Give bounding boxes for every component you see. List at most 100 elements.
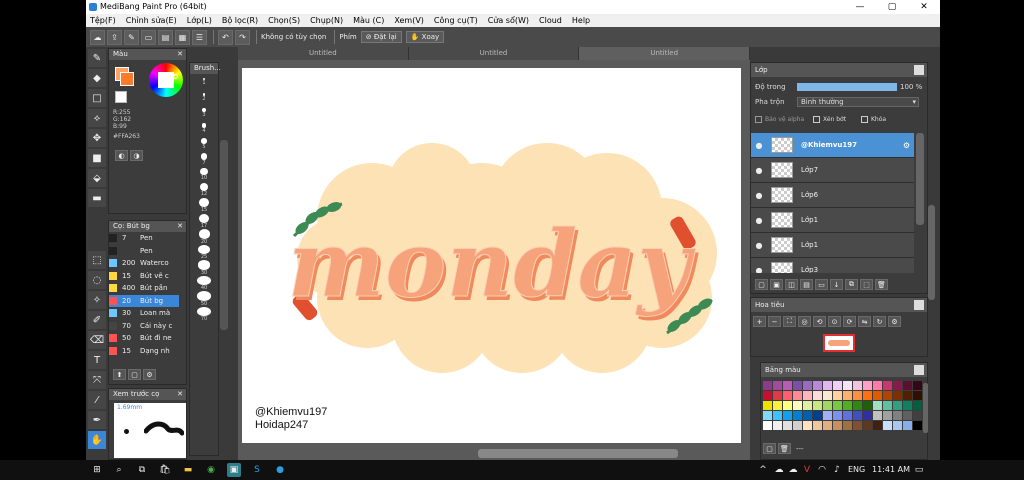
add-layer-menu-icon[interactable]: ▤ [800,279,813,290]
palette-swatch[interactable] [763,411,772,420]
page-icon[interactable]: ▤ [158,29,173,45]
refresh-icon[interactable]: ↻ [873,316,886,327]
windows-start-icon[interactable]: ⊞ [90,463,104,477]
rotate-left-icon[interactable]: ⟲ [813,316,826,327]
palette-swatch[interactable] [883,411,892,420]
palette-swatch[interactable] [893,391,902,400]
brush-item[interactable]: 50 Bút đi ne [109,332,179,345]
palette-swatch[interactable] [833,411,842,420]
palette-swatch[interactable] [853,381,862,390]
brush-size-option[interactable]: 15 [190,198,218,214]
palette-swatch[interactable] [843,401,852,410]
palette-swatch[interactable] [873,381,882,390]
tab-untitled-3[interactable]: Untitled [579,47,751,60]
palette-swatch[interactable] [863,411,872,420]
palette-swatch[interactable] [873,391,882,400]
brush-item[interactable]: 7 Pen [109,232,179,245]
merge-icon[interactable]: ⬚ [860,279,873,290]
brush-size-option[interactable]: 17 [190,213,218,229]
palette-swatch[interactable] [903,421,912,430]
menu-window[interactable]: Cửa sổ(W) [488,16,529,25]
palette-swatch[interactable] [813,401,822,410]
chat-app-icon[interactable]: ● [273,463,287,477]
palette-swatch[interactable] [773,421,782,430]
fill-rect-tool-icon[interactable]: ■ [88,149,106,167]
brush-size-option[interactable]: 70 [190,306,218,322]
palette-swatch[interactable] [823,391,832,400]
palette-scrollbar[interactable] [923,383,928,433]
bucket-tool-icon[interactable]: ⬙ [88,169,106,187]
palette-swatch[interactable] [803,391,812,400]
brush-size-scrollbar[interactable] [220,140,228,330]
brush-item[interactable]: 15 Dạng nh [109,345,179,358]
delete-layer-icon[interactable]: 🗑 [875,279,888,290]
secondary-color-swatch[interactable] [120,72,134,86]
brush-size-option[interactable]: 5 [190,136,218,152]
actual-size-icon[interactable]: ◎ [798,316,811,327]
brush-size-option[interactable]: 12 [190,183,218,199]
brush-settings-icon[interactable]: ⚙ [143,369,156,380]
store-icon[interactable]: 🛍 [158,463,172,477]
brush-tool-icon[interactable]: ✎ [88,49,106,67]
brush-size-option[interactable]: 1 [190,74,218,90]
palette-swatch[interactable] [833,421,842,430]
menu-filter[interactable]: Bộ lọc(R) [222,16,258,25]
layer-row[interactable]: ● Lớp1 [751,208,914,233]
brush-size-option[interactable]: 4 [190,121,218,137]
palette-swatch[interactable] [823,421,832,430]
palette-swatch[interactable] [883,401,892,410]
language-indicator[interactable]: ENG [848,465,865,474]
brush-size-option[interactable]: 2 [190,90,218,106]
palette-swatch[interactable] [913,411,922,420]
palette-swatch[interactable] [863,391,872,400]
menu-layer[interactable]: Lớp(L) [187,16,212,25]
tab-untitled-2[interactable]: Untitled [408,47,580,60]
close-icon[interactable]: ✕ [177,389,183,400]
palette-swatch[interactable] [813,411,822,420]
close-icon[interactable]: ✕ [177,221,183,232]
onedrive-icon[interactable]: ☁ [772,463,786,477]
palette-swatch[interactable] [833,381,842,390]
close-icon[interactable]: ✕ [177,49,183,60]
magic-wand-icon[interactable]: ✧ [88,291,106,309]
rotate-reset-icon[interactable]: ⊙ [828,316,841,327]
layer-row[interactable]: ● Lớp7 [751,158,914,183]
brush-size-option[interactable]: 30 [190,260,218,276]
eye-icon[interactable]: ● [751,216,767,225]
cloud-sync-icon[interactable]: ☁ [786,463,800,477]
new-8bit-layer-icon[interactable]: ▣ [770,279,783,290]
eyedropper-tool-icon[interactable]: ⁄ [88,391,106,409]
palette-swatch[interactable] [823,401,832,410]
reset-button[interactable]: ⊘ Đặt lại [360,31,402,43]
palette-swatch[interactable] [903,391,912,400]
palette-swatch[interactable] [853,391,862,400]
palette-swatch[interactable] [763,421,772,430]
palette-swatch[interactable] [853,411,862,420]
palette-swatch[interactable] [893,381,902,390]
brush-item[interactable]: 70 Cái này c [109,320,179,333]
dock-scrollbar[interactable] [928,205,935,300]
task-view-icon[interactable]: ⧉ [135,463,149,477]
text-tool-icon[interactable]: T [88,351,106,369]
search-icon[interactable]: ⌕ [112,463,126,477]
palette-swatch[interactable] [803,411,812,420]
tab-untitled-1[interactable]: Untitled [238,47,409,60]
palette-swatch[interactable] [903,411,912,420]
wifi-icon[interactable]: ◠ [815,463,829,477]
delete-color-icon[interactable]: 🗑 [778,443,791,454]
palette-swatch[interactable] [823,411,832,420]
palette-swatch[interactable] [773,401,782,410]
palette-swatch[interactable] [813,381,822,390]
palette-swatch[interactable] [903,381,912,390]
navigator-settings-icon[interactable]: ⚙ [888,316,901,327]
layer-row[interactable]: ● Lớp6 [751,183,914,208]
brush-size-option[interactable]: 10 [190,167,218,183]
palette-swatch[interactable] [793,381,802,390]
cloud-icon[interactable]: ☁ [90,29,105,45]
show-hidden-icons-icon[interactable]: ^ [756,463,770,477]
palette-swatch[interactable] [793,391,802,400]
notifications-icon[interactable]: ▭ [912,463,926,477]
palette-swatch[interactable] [783,411,792,420]
palette-swatch[interactable] [793,421,802,430]
palette-swatch[interactable] [853,401,862,410]
